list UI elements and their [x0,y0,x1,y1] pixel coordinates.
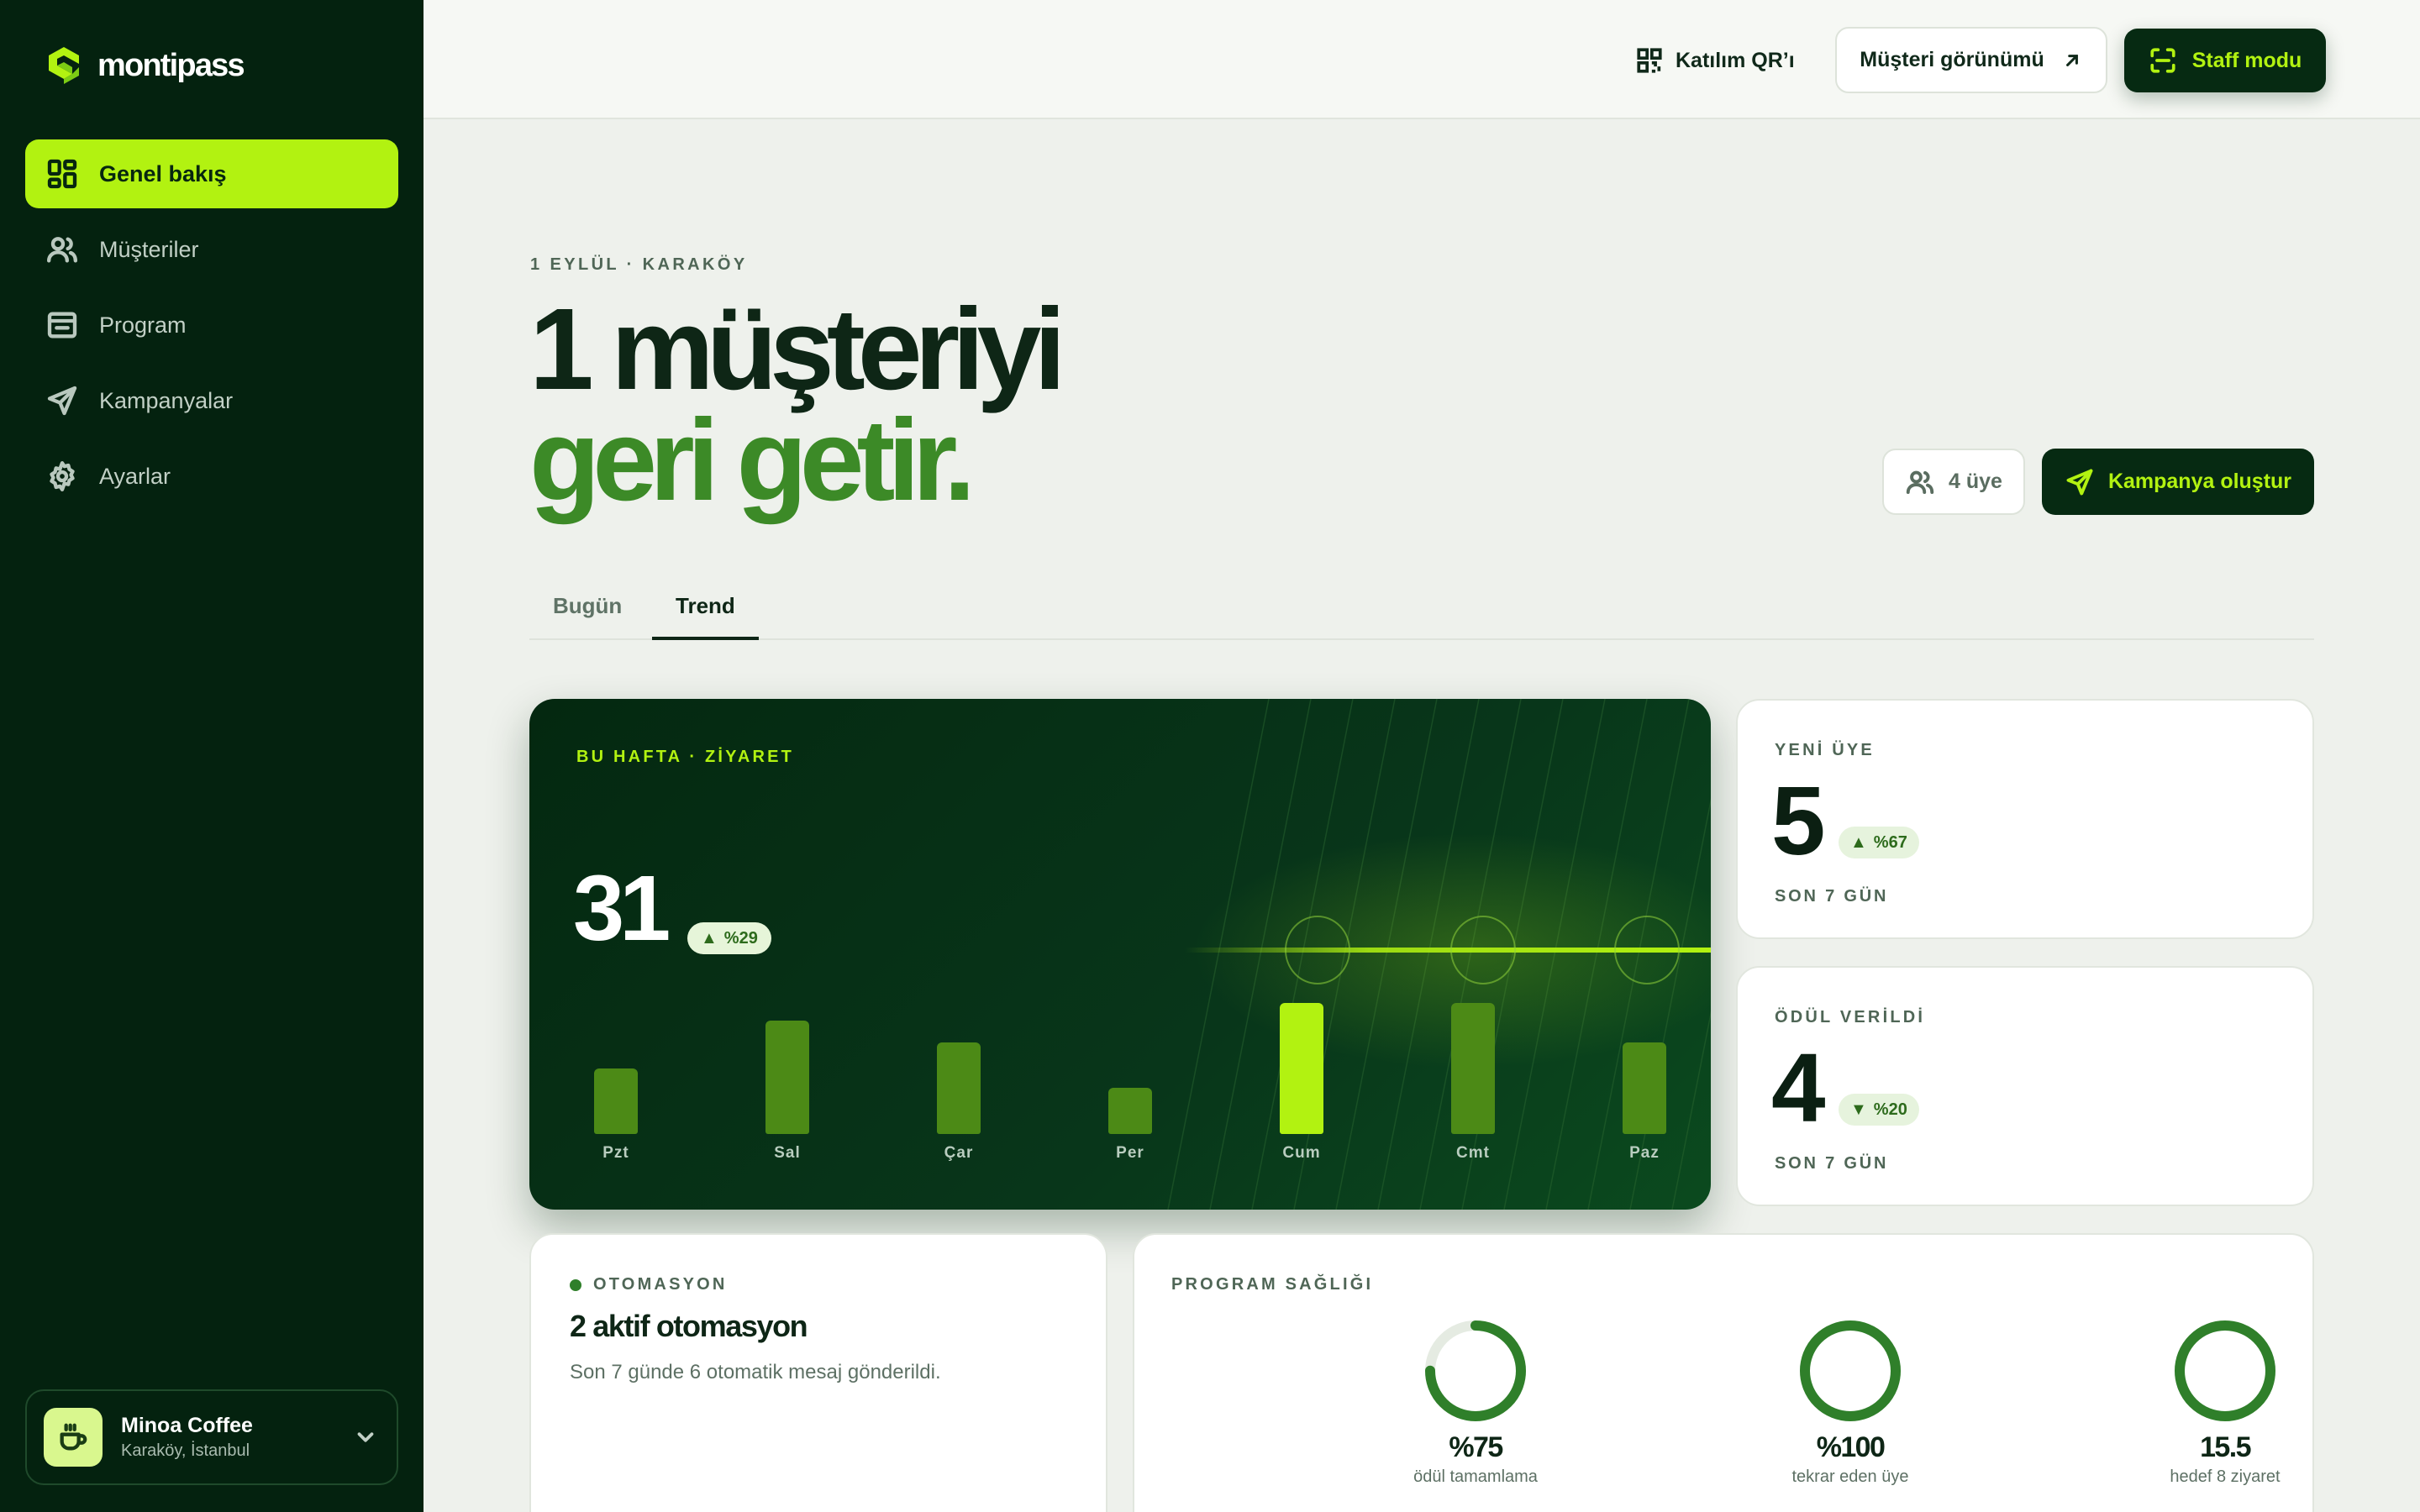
brand-logo-icon [49,47,79,84]
chart-bar-Sal[interactable] [765,1021,809,1134]
topbar: Katılım QR’ı Müşteri görünümü Staff modu [424,0,2420,119]
progress-ring-icon [2175,1320,2275,1421]
health-metric-value: %100 [1816,1431,1886,1463]
sidebar-nav: Genel bakış Müşteriler Program Kampanyal… [25,139,398,517]
chart-bar-Cum[interactable] [1280,1003,1323,1134]
chart-tick-label: Pzt [602,1144,629,1162]
status-dot-icon [570,1278,581,1291]
page-title: 1 müşteriyi geri getir. [529,285,1066,525]
health-metric: 15.5 hedef 8 ziyaret [2099,1319,2351,1487]
chart-tick-label: Per [1116,1144,1144,1162]
sidebar-item-label: Genel bakış [99,160,227,186]
join-qr-label: Katılım QR’ı [1676,48,1795,72]
program-health-card: PROGRAM SAĞLIĞI %75 ödül tamamlama %100 … [1133,1233,2314,1512]
brand-logo[interactable]: montipass [45,44,245,87]
chart-bar-Cmt[interactable] [1451,1003,1495,1134]
chart-tick-label: Cmt [1456,1144,1490,1162]
coffee-cup-icon [60,1423,87,1451]
stat-value: 4 [1771,1033,1825,1142]
date-location-eyebrow: 1 EYLÜL · KARAKÖY [530,255,748,274]
health-metric-caption: ödül tamamlama [1413,1467,1538,1486]
venue-switcher[interactable]: Minoa Coffee Karaköy, İstanbul [25,1389,398,1485]
create-campaign-button[interactable]: Kampanya oluştur [2042,449,2314,515]
chevron-down-icon [357,1432,374,1442]
sidebar-item-label: Müşteriler [99,236,199,262]
new-members-card: YENİ ÜYE 5 ▲ %67 SON 7 GÜN [1736,699,2314,939]
stat-label: YENİ ÜYE [1775,741,1875,759]
page-title-line-2: geri getir. [529,396,976,525]
gear-icon [50,461,75,491]
sidebar-item-customers[interactable]: Müşteriler [25,215,398,284]
arrow-up-right-icon [2065,54,2078,66]
sidebar-item-label: Ayarlar [99,463,171,489]
automation-label-row: OTOMASYON [570,1275,728,1294]
users-icon [1906,470,1934,494]
scan-icon [2150,48,2175,73]
view-tabs: Bugün Trend [529,580,2314,640]
tab-today[interactable]: Bugün [529,593,645,640]
tab-trend[interactable]: Trend [652,593,759,640]
weekly-visits-chart: Pzt Sal Çar Per Cum Cmt Paz [529,699,1711,1210]
customer-view-label: Müşteri görünümü [1860,48,2044,71]
stat-value: 5 [1771,766,1825,875]
create-campaign-label: Kampanya oluştur [2107,470,2292,493]
sidebar-item-label: Kampanyalar [99,387,234,413]
chart-tick-label: Paz [1629,1144,1660,1162]
staff-mode-label: Staff modu [2191,48,2302,72]
health-metric-caption: tekrar eden üye [1791,1467,1909,1486]
chart-bar-Pzt[interactable] [594,1068,638,1134]
health-metric: %100 tekrar eden üye [1724,1319,1976,1487]
chart-tick-label: Sal [774,1144,801,1162]
automation-card[interactable]: OTOMASYON 2 aktif otomasyon Son 7 günde … [529,1233,1107,1512]
customer-view-button[interactable]: Müşteri görünümü [1835,27,2107,93]
program-icon [47,312,77,339]
chart-tick-label: Çar [944,1144,974,1162]
health-metric-caption: hedef 8 ziyaret [2170,1467,2281,1486]
weekly-visits-card: BU HAFTA · ZİYARET 31 ▲ %29 Pzt Sal Çar Per… [529,699,1711,1210]
stat-period: SON 7 GÜN [1775,1154,1889,1173]
page-title-line-1: 1 müşteriyi [529,285,1066,414]
members-count-pill[interactable]: 4 üye [1882,449,2025,515]
staff-mode-button[interactable]: Staff modu [2124,29,2326,92]
sidebar-item-campaigns[interactable]: Kampanyalar [25,366,398,435]
send-icon [2066,469,2093,495]
send-icon [47,386,77,416]
health-metric-value: 15.5 [2200,1431,2251,1463]
sidebar-item-label: Program [99,312,187,338]
automation-title: 2 aktif otomasyon [570,1309,808,1343]
sidebar-item-program[interactable]: Program [25,291,398,360]
stat-change: %20 [1873,1100,1907,1119]
sidebar: montipass Genel bakış Müşteriler Program [0,0,424,1512]
venue-name: Minoa Coffee [121,1414,253,1437]
automation-description: Son 7 günde 6 otomatik mesaj gönderildi. [570,1361,941,1383]
qr-code-icon [1637,48,1662,73]
health-metric-value: %75 [1449,1431,1503,1463]
trend-down-icon: ▼ [1850,1100,1867,1119]
users-icon [47,237,78,263]
stat-label: ÖDÜL VERİLDİ [1775,1008,1926,1026]
chart-bar-Per[interactable] [1108,1088,1152,1134]
dashboard-icon [47,159,77,189]
join-qr-button[interactable]: Katılım QR’ı [1635,44,1795,77]
venue-location: Karaköy, İstanbul [121,1441,250,1460]
health-metric: %75 ödül tamamlama [1349,1319,1602,1487]
sidebar-item-settings[interactable]: Ayarlar [25,442,398,511]
program-health-label: PROGRAM SAĞLIĞI [1171,1275,1374,1294]
stat-change: %67 [1873,832,1907,852]
chart-bar-Paz[interactable] [1623,1042,1666,1134]
stat-change-badge: ▼ %20 [1839,1094,1919,1126]
members-count-label: 4 üye [1949,470,2002,493]
progress-ring-icon [1800,1320,1901,1421]
automation-label: OTOMASYON [593,1275,728,1294]
progress-ring-icon [1425,1320,1526,1421]
sidebar-item-overview[interactable]: Genel bakış [25,139,398,208]
stat-change-badge: ▲ %67 [1839,827,1919,858]
stat-period: SON 7 GÜN [1775,887,1889,906]
venue-avatar [44,1408,103,1467]
chart-tick-label: Cum [1282,1144,1321,1162]
trend-up-icon: ▲ [1850,832,1867,852]
brand-name: montipass [97,47,245,83]
chart-bar-Çar[interactable] [937,1042,981,1134]
rewards-given-card: ÖDÜL VERİLDİ 4 ▼ %20 SON 7 GÜN [1736,966,2314,1206]
